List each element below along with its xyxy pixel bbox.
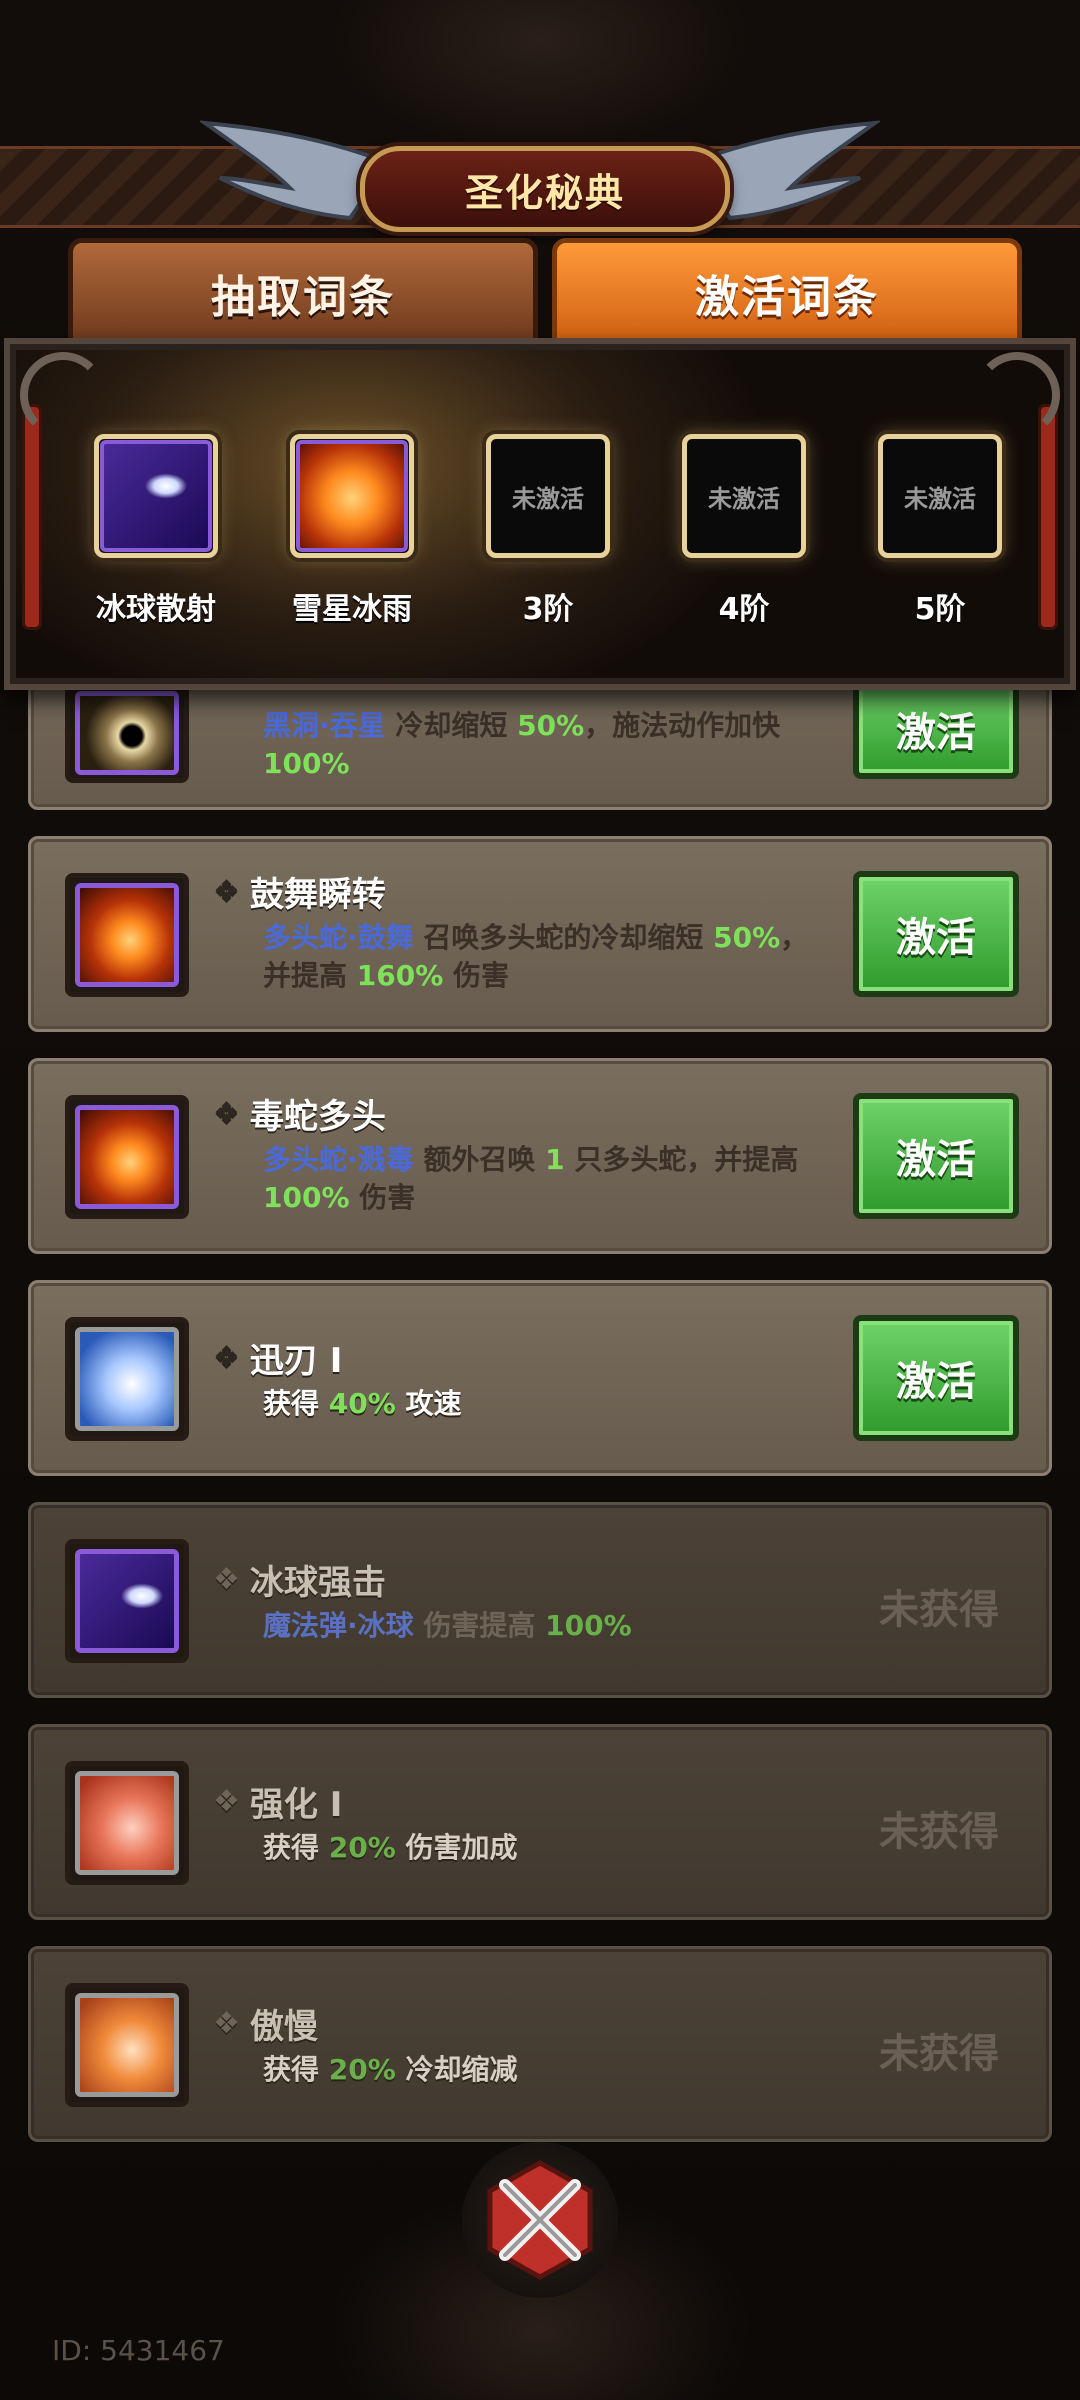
- skill-desc: 黑洞·吞星 冷却缩短 50%，施法动作加快 100%: [263, 709, 781, 780]
- hydra-icon: [75, 1105, 179, 1209]
- skill-title: 毒蛇多头: [249, 1097, 386, 1137]
- skill-card: ❖ 鼓舞瞬转 多头蛇·鼓舞 召唤多头蛇的冷却缩短 50%，并提高 160% 伤害 …: [28, 836, 1052, 1032]
- tab-activate[interactable]: 激活词条: [552, 238, 1022, 348]
- ice-ball-icon: [75, 1549, 179, 1653]
- black-hole-icon: [75, 691, 179, 775]
- slot-label: 4阶: [718, 592, 770, 627]
- skill-card: ❖ 迅刃 I 获得 40% 攻速 激活: [28, 1280, 1052, 1476]
- slot-3[interactable]: 未激活 3阶: [478, 434, 618, 628]
- panel-rail-left: [22, 404, 42, 630]
- slot-label: 雪星冰雨: [292, 592, 412, 627]
- activated-slots-panel: 冰球散射 雪星冰雨 未激活 3阶 未激活 4阶 未激活 5阶: [4, 338, 1076, 690]
- skill-title: 强化 I: [249, 1785, 343, 1825]
- skill-title: 迅刃 I: [249, 1341, 343, 1381]
- slot-5[interactable]: 未激活 5阶: [870, 434, 1010, 628]
- ice-ball-icon: [100, 440, 212, 552]
- page-title: 圣化秘典: [360, 146, 730, 232]
- skill-card: ❖ 冰球强击 魔法弹·冰球 伤害提高 100% 未获得: [28, 1502, 1052, 1698]
- skill-title: 冰球强击: [249, 1563, 386, 1603]
- skill-card: ❖ 强化 I 获得 20% 伤害加成 未获得: [28, 1724, 1052, 1920]
- activate-button[interactable]: 激活: [853, 679, 1019, 779]
- hydra-icon: [75, 883, 179, 987]
- locked-text: 未激活: [708, 484, 780, 513]
- diamond-icon: ❖: [213, 2006, 240, 2041]
- activate-button[interactable]: 激活: [853, 1093, 1019, 1219]
- activate-button[interactable]: 激活: [853, 871, 1019, 997]
- skill-card: ❖ 毒蛇多头 多头蛇·溅毒 额外召唤 1 只多头蛇，并提高 100% 伤害 激活: [28, 1058, 1052, 1254]
- close-button[interactable]: [462, 2142, 618, 2298]
- swift-blade-icon: [75, 1327, 179, 1431]
- status-unobtained: 未获得: [879, 1809, 999, 1855]
- skill-title: 鼓舞瞬转: [249, 875, 386, 915]
- skill-desc: 获得 40% 攻速: [263, 1387, 462, 1420]
- slot-2[interactable]: 雪星冰雨: [282, 434, 422, 628]
- slot-label: 5阶: [914, 592, 966, 627]
- player-id: ID: 5431467: [52, 2334, 225, 2367]
- slot-4[interactable]: 未激活 4阶: [674, 434, 814, 628]
- pride-shield-icon: [75, 1993, 179, 2097]
- corner-ornament-icon: [20, 352, 106, 438]
- skill-card: ❖ 傲慢 获得 20% 冷却缩减 未获得: [28, 1946, 1052, 2142]
- diamond-icon: ❖: [213, 1562, 240, 1597]
- power-icon: [75, 1771, 179, 1875]
- diamond-icon: ❖: [213, 1096, 240, 1131]
- status-unobtained: 未获得: [879, 2031, 999, 2077]
- slot-1[interactable]: 冰球散射: [86, 434, 226, 628]
- skill-desc: 获得 20% 冷却缩减: [263, 2053, 518, 2086]
- skill-title: 傲慢: [249, 2007, 318, 2047]
- diamond-icon: ❖: [213, 1340, 240, 1375]
- corner-ornament-icon: [974, 352, 1060, 438]
- locked-text: 未激活: [904, 484, 976, 513]
- fire-meteor-icon: [296, 440, 408, 552]
- skill-desc: 魔法弹·冰球 伤害提高 100%: [263, 1609, 632, 1642]
- activate-button[interactable]: 激活: [853, 1315, 1019, 1441]
- status-unobtained: 未获得: [879, 1587, 999, 1633]
- panel-rail-right: [1038, 404, 1058, 630]
- tab-draw[interactable]: 抽取词条: [68, 238, 538, 348]
- skill-desc: 多头蛇·溅毒 额外召唤 1 只多头蛇，并提高 100% 伤害: [263, 1143, 799, 1214]
- slot-label: 3阶: [522, 592, 574, 627]
- wing-left-icon: [200, 120, 378, 221]
- diamond-icon: ❖: [213, 1784, 240, 1819]
- slot-label: 冰球散射: [96, 592, 216, 627]
- diamond-icon: ❖: [213, 874, 240, 909]
- close-x-icon: [487, 2160, 593, 2280]
- skill-desc: 多头蛇·鼓舞 召唤多头蛇的冷却缩短 50%，并提高 160% 伤害: [263, 921, 809, 992]
- locked-text: 未激活: [512, 484, 584, 513]
- skill-desc: 获得 20% 伤害加成: [263, 1831, 518, 1864]
